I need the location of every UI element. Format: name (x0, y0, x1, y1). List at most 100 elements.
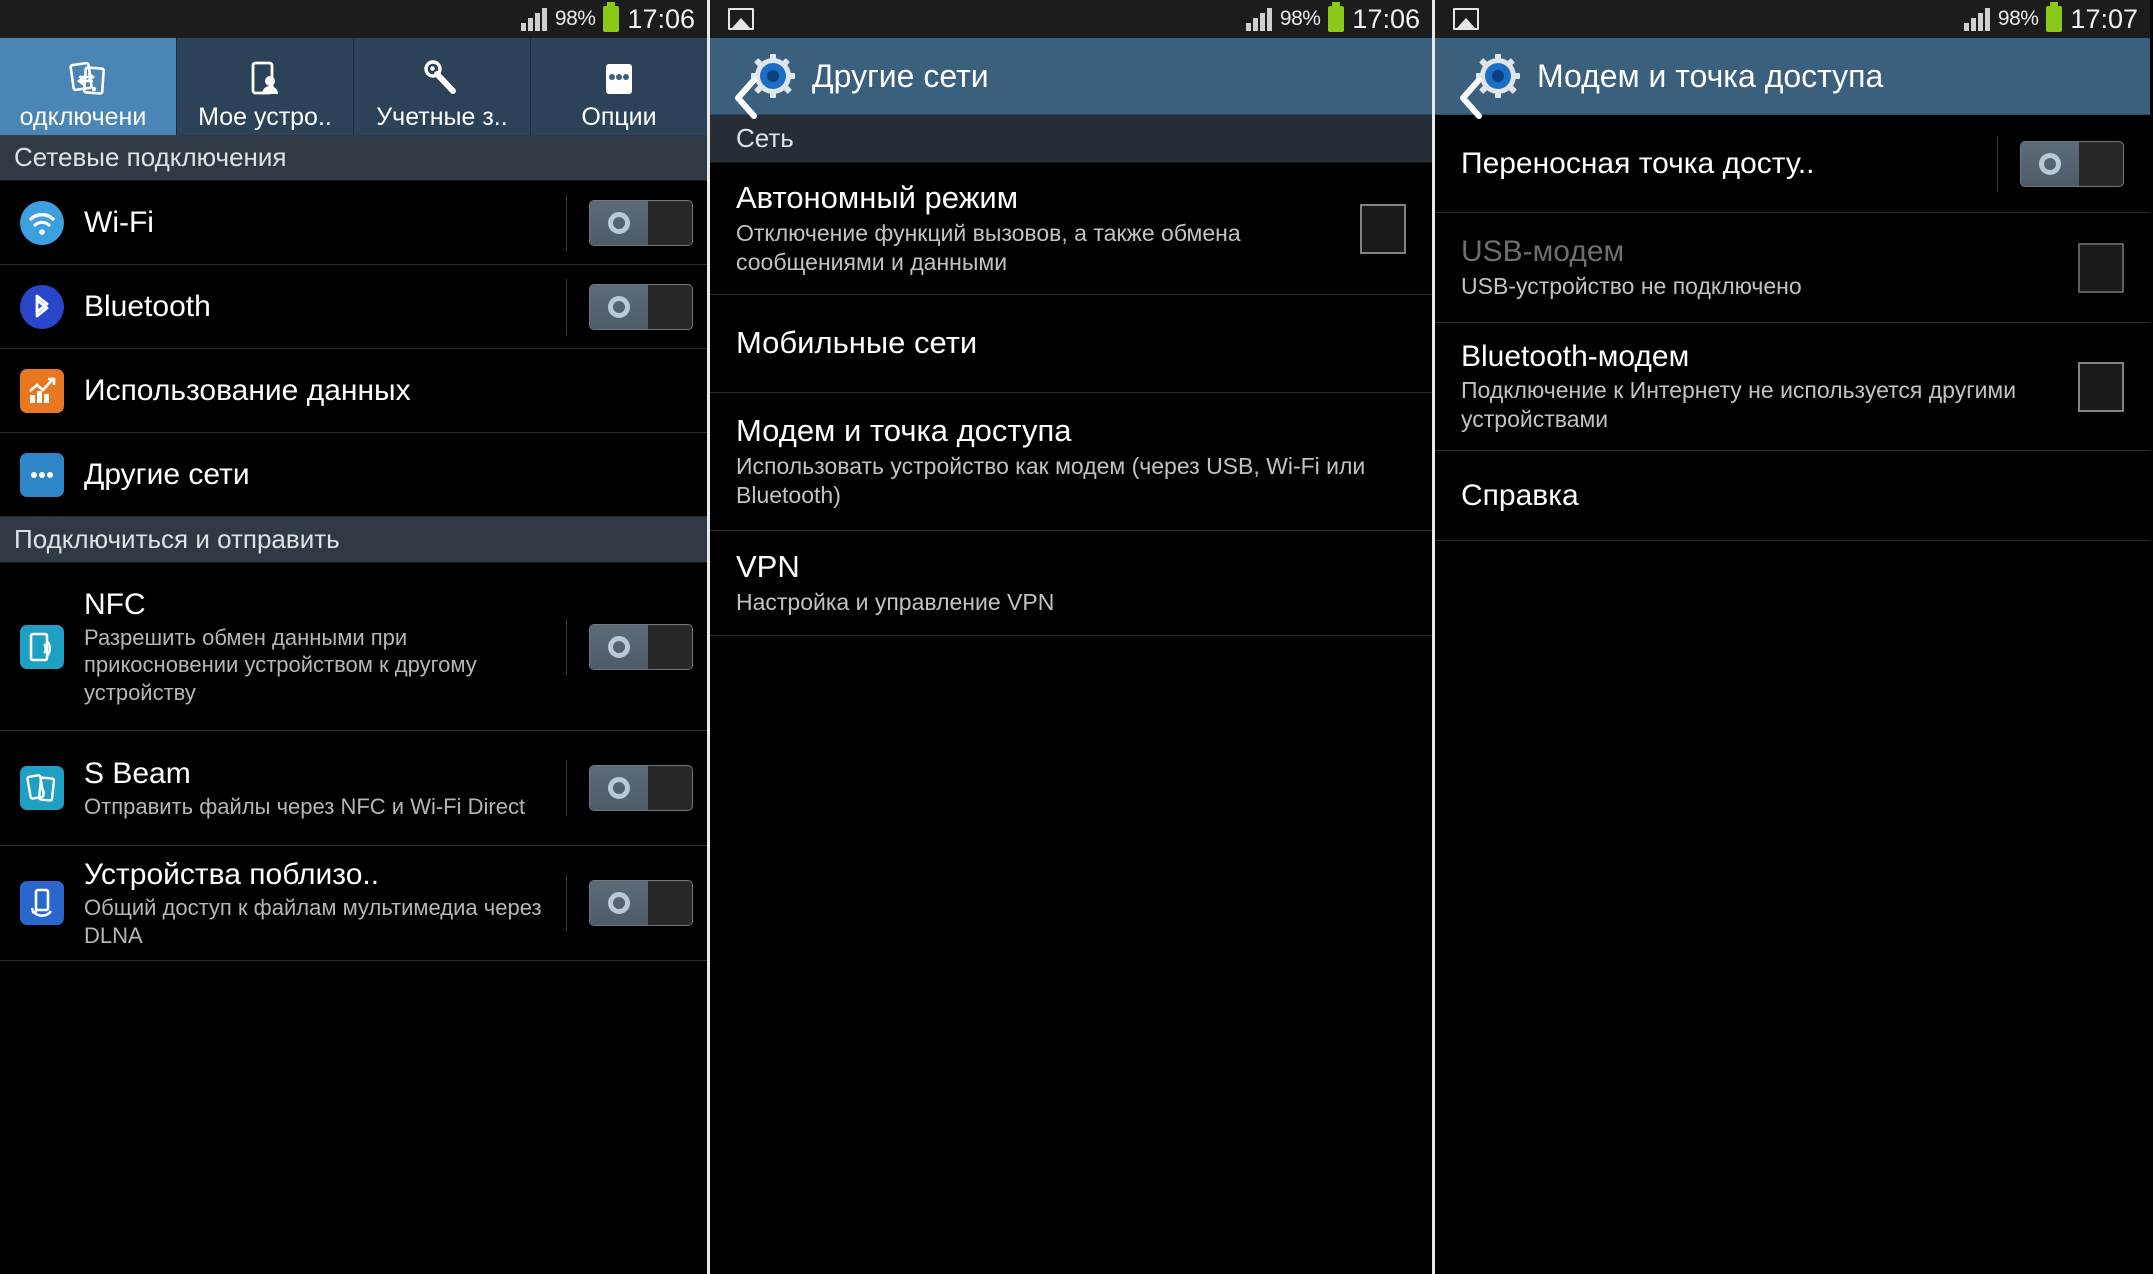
action-bar-title: Модем и точка доступа (1537, 57, 1884, 94)
row-subtitle: Использовать устройство как модем (через… (736, 453, 1366, 508)
portable-hotspot-toggle[interactable] (2020, 140, 2124, 187)
data-usage-icon (14, 368, 70, 413)
section-header-network-connections: Сетевые подключения (0, 135, 707, 181)
panel-other-networks: 98% 17:06 Другие сети Сеть Автономный ре… (707, 0, 1432, 1274)
battery-percent-label: 98% (554, 7, 596, 30)
row-divider (566, 194, 567, 251)
signal-bars-icon (1963, 7, 1990, 31)
accounts-key-icon (420, 55, 464, 103)
row-vpn[interactable]: VPN Настройка и управление VPN (710, 531, 1432, 636)
status-bar-panel1: 98% 17:06 (0, 0, 707, 38)
row-title: Переносная точка досту.. (1461, 146, 1815, 180)
section-header-label: Сетевые подключения (14, 142, 287, 172)
portable-hotspot-toggle-wrap (1997, 135, 2124, 192)
battery-icon (2046, 2, 2063, 32)
row-subtitle: Подключение к Интернету не используется … (1461, 377, 2017, 433)
sbeam-toggle[interactable] (589, 765, 693, 811)
image-notification-icon (1453, 8, 1479, 30)
tab-my-device[interactable]: Мое устро.. (177, 38, 354, 135)
more-options-icon (597, 55, 641, 103)
battery-percent-label: 98% (1997, 7, 2039, 30)
wifi-toggle-wrap (566, 194, 693, 251)
signal-bars-icon (520, 7, 547, 31)
nfc-toggle-wrap (566, 618, 693, 675)
battery-percent-label: 98% (1279, 7, 1321, 30)
row-subtitle: Отключение функций вызовов, а также обме… (736, 220, 1241, 275)
row-s-beam[interactable]: S Beam Отправить файлы через NFC и Wi-Fi… (0, 731, 707, 846)
row-title: Другие сети (84, 457, 250, 491)
row-divider (566, 618, 567, 675)
status-bar-panel2: 98% 17:06 (710, 0, 1432, 38)
row-airplane-mode[interactable]: Автономный режим Отключение функций вызо… (710, 163, 1432, 295)
bluetooth-toggle-wrap (566, 278, 693, 335)
image-notification-icon (728, 8, 754, 30)
row-nearby-devices[interactable]: Устройства поблизо.. Общий доступ к файл… (0, 846, 707, 961)
row-title: Устройства поблизо.. (84, 857, 380, 891)
row-title: Bluetooth (84, 289, 211, 323)
row-title: Bluetooth-модем (1461, 340, 1690, 374)
clock-label: 17:07 (2070, 3, 2138, 34)
row-divider (566, 278, 567, 335)
section-header-label: Сеть (736, 123, 794, 153)
row-wifi[interactable]: Wi-Fi (0, 181, 707, 265)
action-bar-tethering: Модем и точка доступа (1435, 38, 2150, 119)
nearby-toggle[interactable] (589, 880, 693, 926)
row-more-networks[interactable]: Другие сети (0, 433, 707, 517)
more-networks-icon (14, 452, 70, 497)
row-title: Модем и точка доступа (736, 413, 1072, 449)
status-bar-panel3: 98% 17:07 (1435, 0, 2150, 38)
clock-label: 17:06 (1352, 3, 1420, 34)
wifi-toggle[interactable] (589, 199, 693, 246)
row-data-usage[interactable]: Использование данных (0, 349, 707, 433)
row-divider (566, 760, 567, 816)
tab-accounts[interactable]: Учетные з.. (354, 38, 531, 135)
nfc-toggle[interactable] (589, 623, 693, 670)
row-title: USB-модем (1461, 235, 1625, 269)
tab-label: Опции (581, 103, 657, 131)
section-header-label: Подключиться и отправить (14, 524, 340, 554)
row-title: S Beam (84, 756, 191, 790)
section-header-connect-and-share: Подключиться и отправить (0, 517, 707, 563)
settings-tab-bar: одключени Мое устро.. Учетные з.. Опции (0, 38, 707, 135)
nearby-devices-icon (14, 881, 70, 925)
my-device-icon (243, 55, 287, 103)
row-subtitle: USB-устройство не подключено (1461, 272, 1802, 299)
row-subtitle: Настройка и управление VPN (736, 588, 1055, 615)
battery-icon (1328, 2, 1345, 32)
row-subtitle: Общий доступ к файлам мультимедиа через … (84, 895, 542, 948)
tab-connections[interactable]: одключени (0, 38, 177, 135)
tab-label: одключени (19, 103, 147, 131)
row-bluetooth[interactable]: Bluetooth (0, 265, 707, 349)
action-bar-title: Другие сети (812, 57, 989, 94)
airplane-mode-checkbox[interactable] (1360, 203, 1406, 254)
row-subtitle: Отправить файлы через NFC и Wi-Fi Direct (84, 793, 526, 819)
tab-options[interactable]: Опции (531, 38, 707, 135)
sbeam-toggle-wrap (566, 760, 693, 816)
row-title: Мобильные сети (736, 325, 978, 361)
bluetooth-toggle[interactable] (589, 283, 693, 330)
tab-label: Мое устро.. (198, 103, 332, 131)
row-title: Wi-Fi (84, 205, 154, 239)
usb-tethering-checkbox (2078, 242, 2124, 293)
signal-bars-icon (1245, 7, 1272, 31)
row-divider (1997, 135, 1998, 192)
tab-label: Учетные з.. (376, 103, 508, 131)
row-mobile-networks[interactable]: Мобильные сети (710, 295, 1432, 393)
row-title: VPN (736, 549, 800, 585)
battery-icon (603, 2, 620, 32)
three-panel-screenshot: 98% 17:06 одключени Мое устро.. Учетные … (0, 0, 2153, 1274)
bluetooth-icon (14, 284, 70, 329)
row-nfc[interactable]: NFC Разрешить обмен данными при прикосно… (0, 563, 707, 731)
row-bluetooth-tethering[interactable]: Bluetooth-модем Подключение к Интернету … (1435, 323, 2150, 451)
panel-settings-connections: 98% 17:06 одключени Мое устро.. Учетные … (0, 0, 707, 1274)
row-tethering-and-hotspot[interactable]: Модем и точка доступа Использовать устро… (710, 393, 1432, 531)
row-usb-tethering: USB-модем USB-устройство не подключено (1435, 213, 2150, 323)
row-help[interactable]: Справка (1435, 451, 2150, 541)
panel-tethering-and-hotspot: 98% 17:07 Модем и точка доступа Переносн… (1432, 0, 2150, 1274)
row-title: Справка (1461, 478, 1579, 512)
row-divider (566, 875, 567, 931)
row-portable-hotspot[interactable]: Переносная точка досту.. (1435, 115, 2150, 213)
sbeam-icon (14, 766, 70, 810)
action-bar-other-networks: Другие сети (710, 38, 1432, 119)
bluetooth-tethering-checkbox[interactable] (2078, 361, 2124, 412)
